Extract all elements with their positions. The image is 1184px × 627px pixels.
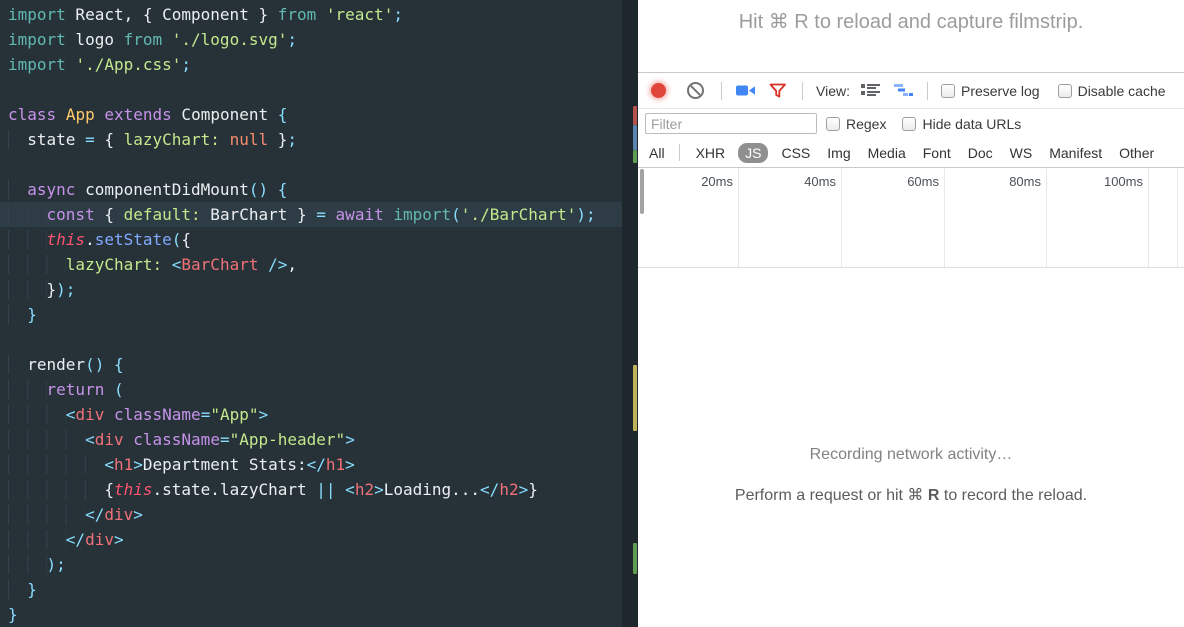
filter-tab-ws[interactable]: WS [1010, 145, 1033, 161]
clear-icon[interactable] [687, 82, 704, 99]
editor-scrollbar[interactable] [622, 0, 638, 627]
preserve-log-checkbox[interactable] [941, 84, 955, 98]
separator [802, 82, 803, 100]
code-line: state = { lazyChart: null }; [0, 127, 638, 152]
filmstrip-pane: Hit ⌘ R to reload and capture filmstrip. [638, 0, 1184, 73]
regex-label: Regex [846, 116, 886, 132]
code-line: {this.state.lazyChart || <h2>Loading...<… [0, 477, 638, 502]
code-line: } [0, 302, 638, 327]
code-line: return ( [0, 377, 638, 402]
timeline-tick-label: 80ms [975, 174, 1041, 189]
hint-prefix: Perform a request or hit [735, 487, 908, 504]
filter-tab-xhr[interactable]: XHR [696, 145, 726, 161]
code-line: import logo from './logo.svg'; [0, 27, 638, 52]
code-line: ); [0, 552, 638, 577]
record-button[interactable] [651, 83, 666, 98]
code-line: this.setState({ [0, 227, 638, 252]
hide-data-urls-checkbox[interactable] [902, 117, 916, 131]
scrollbar-marker [633, 365, 637, 431]
filter-tab-media[interactable]: Media [868, 145, 906, 161]
code-line [0, 77, 638, 102]
code-lines: import React, { Component } from 'react'… [0, 2, 638, 627]
regex-checkbox[interactable] [826, 117, 840, 131]
code-line: <div className="App"> [0, 402, 638, 427]
filter-funnel-icon[interactable] [769, 83, 787, 99]
code-line: async componentDidMount() { [0, 177, 638, 202]
code-line [0, 152, 638, 177]
filter-tab-other[interactable]: Other [1119, 145, 1154, 161]
timeline-gridline [841, 168, 842, 267]
recording-status-text: Recording network activity… [638, 446, 1184, 464]
filter-tab-js[interactable]: JS [738, 143, 768, 163]
filter-tab-img[interactable]: Img [827, 145, 850, 161]
scrollbar-marker [633, 125, 637, 150]
filter-tab-doc[interactable]: Doc [968, 145, 993, 161]
preserve-log-label: Preserve log [961, 83, 1040, 99]
filter-input[interactable] [645, 113, 817, 134]
timeline-tick-label: 40ms [770, 174, 836, 189]
code-line: lazyChart: <BarChart />, [0, 252, 638, 277]
hint-suffix: to record the reload. [939, 487, 1087, 504]
timeline-gridline [1177, 168, 1178, 267]
filter-tab-font[interactable]: Font [923, 145, 951, 161]
timeline-tick-label: 100ms [1077, 174, 1143, 189]
devtools-network-panel: Hit ⌘ R to reload and capture filmstrip.… [638, 0, 1184, 627]
code-line: </div> [0, 502, 638, 527]
code-editor[interactable]: import React, { Component } from 'react'… [0, 0, 638, 627]
recording-hint-text: Perform a request or hit ⌘ R to record t… [638, 485, 1184, 505]
filmstrip-camera-icon[interactable] [736, 84, 756, 97]
hint-key: R [928, 487, 940, 504]
code-line: } [0, 602, 638, 627]
network-filter-bar: Regex Hide data URLs [638, 109, 1184, 138]
code-line: import React, { Component } from 'react'… [0, 2, 638, 27]
cmd-symbol: ⌘ [907, 487, 927, 504]
timeline-tick-label: 60ms [873, 174, 939, 189]
filter-tab-manifest[interactable]: Manifest [1049, 145, 1102, 161]
code-line: const { default: BarChart } = await impo… [0, 202, 638, 227]
hide-data-urls-label: Hide data URLs [922, 116, 1021, 132]
separator [927, 82, 928, 100]
code-line: <div className="App-header"> [0, 427, 638, 452]
code-line: import './App.css'; [0, 52, 638, 77]
code-line [0, 327, 638, 352]
view-label: View: [816, 83, 850, 99]
scrollbar-marker [633, 543, 637, 574]
request-rows-view-icon[interactable] [861, 84, 880, 97]
timeline-gridline [1148, 168, 1149, 267]
timeline-tick-label: 20ms [667, 174, 733, 189]
disable-cache-checkbox[interactable] [1058, 84, 1072, 98]
resource-type-tabs: All XHR JS CSS Img Media Font Doc WS Manifest Othe… [638, 138, 1184, 168]
code-line: } [0, 577, 638, 602]
separator [721, 82, 722, 100]
network-toolbar: View: Preserve log Disable cache [638, 73, 1184, 109]
code-line: render() { [0, 352, 638, 377]
code-line: class App extends Component { [0, 102, 638, 127]
code-line: </div> [0, 527, 638, 552]
timeline-scroll-thumb[interactable] [640, 169, 644, 214]
network-overview-timeline[interactable]: 20ms 40ms 60ms 80ms 100ms [638, 168, 1184, 268]
overview-waterfall-icon[interactable] [894, 84, 914, 97]
scrollbar-marker [633, 106, 637, 125]
filmstrip-hint-text: Hit ⌘ R to reload and capture filmstrip. [739, 9, 1084, 34]
filter-tab-all[interactable]: All [649, 145, 665, 161]
disable-cache-label: Disable cache [1078, 83, 1166, 99]
separator [679, 144, 680, 161]
filter-tab-css[interactable]: CSS [781, 145, 810, 161]
code-line: }); [0, 277, 638, 302]
timeline-gridline [738, 168, 739, 267]
scrollbar-marker [633, 150, 637, 163]
timeline-gridline [944, 168, 945, 267]
timeline-gridline [1046, 168, 1047, 267]
code-line: <h1>Department Stats:</h1> [0, 452, 638, 477]
